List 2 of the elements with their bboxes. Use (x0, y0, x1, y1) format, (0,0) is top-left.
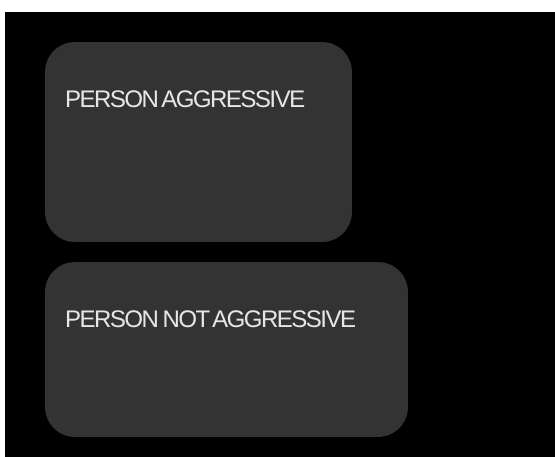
option-button[interactable]: PERSON AGGRESSIVE (45, 42, 352, 242)
option-button[interactable]: PERSON NOT AGGRESSIVE (45, 262, 408, 437)
